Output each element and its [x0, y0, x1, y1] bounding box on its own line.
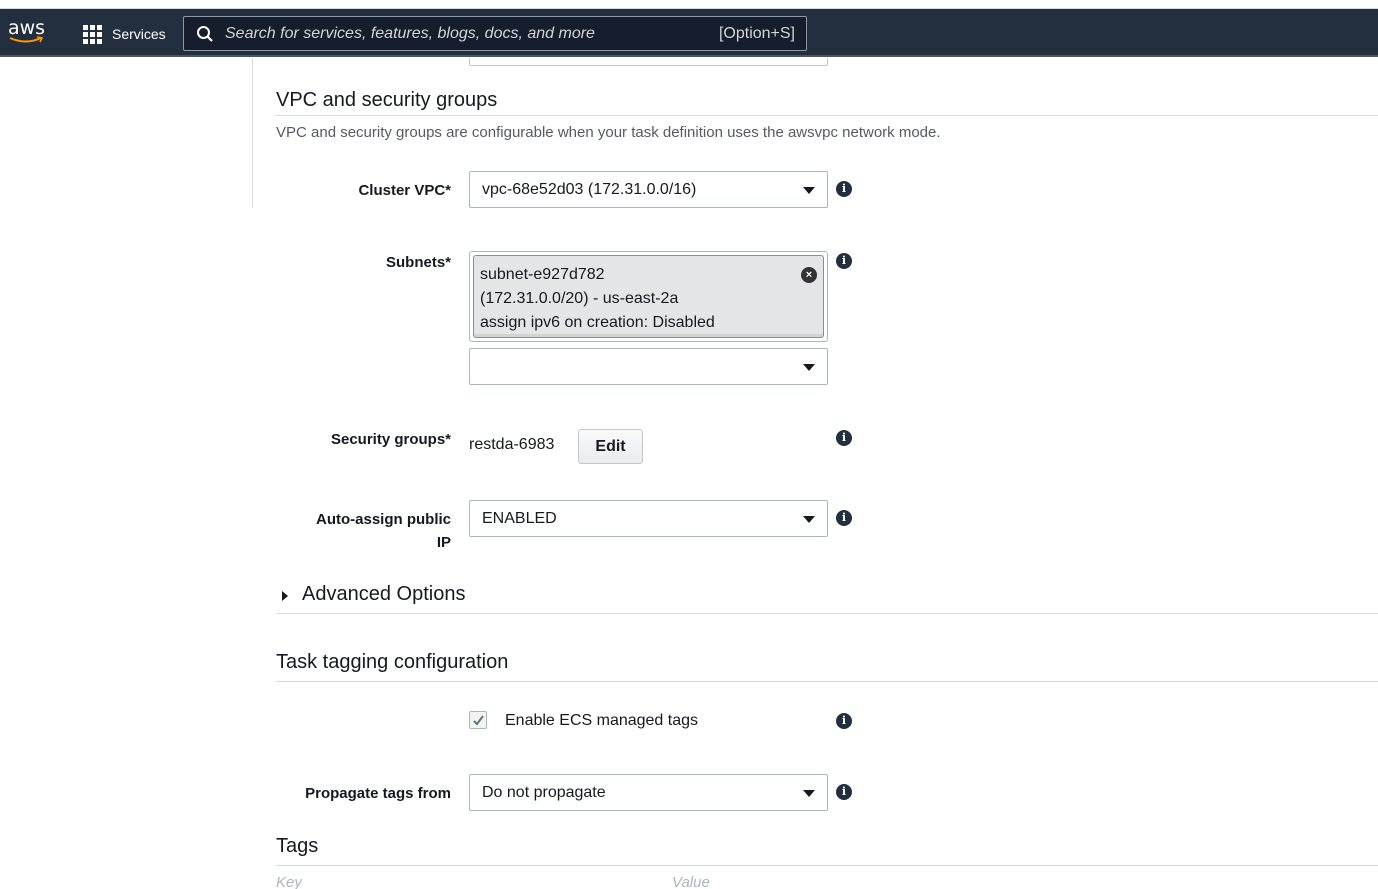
global-search-input[interactable]: Search for services, features, blogs, do… [183, 16, 807, 51]
section-divider [276, 865, 1378, 866]
browser-top-strip [0, 0, 1378, 9]
dropdown-caret-icon [803, 187, 815, 194]
enable-managed-tags-checkbox[interactable] [469, 711, 487, 729]
tags-value-column-header: Value [672, 874, 710, 889]
remove-chip-icon[interactable]: × [801, 267, 817, 283]
subnet-ipv6-setting: assign ipv6 on creation: Disabled [480, 314, 715, 331]
info-icon[interactable]: i [836, 181, 852, 197]
propagate-tags-value: Do not propagate [482, 784, 606, 801]
search-placeholder: Search for services, features, blogs, do… [225, 25, 595, 42]
propagate-tags-select[interactable]: Do not propagate [469, 774, 828, 811]
dropdown-caret-icon [803, 790, 815, 797]
subnet-cidr-zone: (172.31.0.0/20) - us-east-2a [480, 290, 679, 307]
info-icon[interactable]: i [836, 713, 852, 729]
dropdown-caret-icon [803, 516, 815, 523]
advanced-options-toggle[interactable]: Advanced Options [282, 583, 465, 606]
auto-assign-ip-select[interactable]: ENABLED [469, 500, 828, 537]
aws-top-navigation: aws Services Search for services, featur… [0, 9, 1378, 57]
security-groups-label: Security groups* [330, 431, 451, 448]
edit-security-groups-button[interactable]: Edit [578, 429, 643, 464]
checkmark-icon [473, 715, 484, 726]
expand-triangle-icon [282, 590, 288, 601]
info-icon[interactable]: i [836, 430, 852, 446]
cluster-vpc-label: Cluster VPC* [358, 182, 451, 199]
apps-grid-icon [83, 24, 102, 44]
advanced-options-label: Advanced Options [302, 583, 466, 605]
subnet-id: subnet-e927d782 [480, 266, 605, 283]
previous-field-input[interactable] [469, 58, 828, 66]
vpc-section-description: VPC and security groups are configurable… [276, 124, 941, 141]
tags-title: Tags [276, 835, 319, 857]
auto-assign-ip-label-line2: IP [436, 534, 451, 551]
auto-assign-ip-label: Auto-assign public IP [261, 508, 451, 554]
aws-smile-icon [9, 36, 44, 43]
tags-key-column-header: Key [276, 874, 302, 889]
search-shortcut-hint: [Option+S] [718, 25, 795, 42]
cluster-vpc-value: vpc-68e52d03 (172.31.0.0/16) [482, 181, 697, 198]
aws-logo-text: aws [8, 17, 46, 39]
info-icon[interactable]: i [836, 784, 852, 800]
section-divider [276, 115, 1378, 116]
propagate-tags-label: Propagate tags from [305, 785, 451, 802]
security-group-value: restda-6983 [469, 436, 555, 453]
dropdown-caret-icon [803, 364, 815, 371]
info-icon[interactable]: i [836, 253, 852, 269]
search-icon [197, 26, 213, 42]
cluster-vpc-select[interactable]: vpc-68e52d03 (172.31.0.0/16) [469, 171, 828, 208]
subnet-chip[interactable]: subnet-e927d782 (172.31.0.0/20) - us-eas… [473, 255, 824, 338]
enable-managed-tags-label: Enable ECS managed tags [505, 712, 699, 729]
services-menu-button[interactable]: Services [83, 24, 166, 44]
aws-logo[interactable]: aws [8, 18, 48, 48]
task-tagging-title: Task tagging configuration [276, 651, 509, 673]
section-divider [276, 613, 1378, 614]
subnets-label: Subnets* [385, 254, 451, 271]
info-icon[interactable]: i [836, 510, 852, 526]
auto-assign-ip-value: ENABLED [482, 510, 557, 527]
section-divider [276, 681, 1378, 682]
subnets-multiselect[interactable]: subnet-e927d782 (172.31.0.0/20) - us-eas… [469, 251, 828, 342]
add-subnet-select[interactable] [469, 348, 828, 385]
services-label: Services [112, 26, 166, 42]
side-divider [252, 58, 253, 208]
vpc-section-title: VPC and security groups [276, 89, 498, 111]
auto-assign-ip-label-line1: Auto-assign public [316, 511, 451, 528]
